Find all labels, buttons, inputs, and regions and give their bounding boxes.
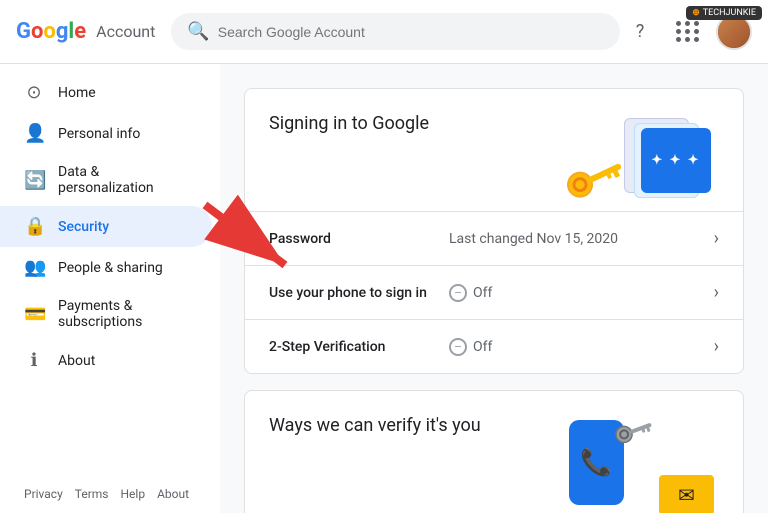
- use-phone-status: – Off: [449, 284, 492, 302]
- footer-privacy[interactable]: Privacy: [24, 487, 63, 501]
- password-chevron: ›: [714, 228, 719, 249]
- password-value: Last changed Nov 15, 2020: [449, 231, 714, 247]
- person-icon: 👤: [24, 123, 44, 144]
- sidebar-item-about[interactable]: ℹ About: [0, 340, 212, 381]
- two-step-label: 2-Step Verification: [269, 339, 449, 355]
- footer-about[interactable]: About: [157, 487, 189, 501]
- sidebar-item-data[interactable]: 🔄 Data & personalization: [0, 154, 212, 206]
- password-item[interactable]: Password Last changed Nov 15, 2020 ›: [245, 211, 743, 265]
- techjunkie-badge: ⊕ TECHJUNKIE: [686, 6, 762, 20]
- card1-title: Signing in to Google: [269, 113, 429, 134]
- card1-header: Signing in to Google ✦ ✦ ✦: [245, 89, 743, 211]
- help-icon: ?: [636, 21, 645, 42]
- footer-help[interactable]: Help: [121, 487, 146, 501]
- help-button[interactable]: ?: [620, 12, 660, 52]
- main-content: Signing in to Google ✦ ✦ ✦: [220, 64, 768, 513]
- sidebar: ⊙ Home 👤 Personal info 🔄 Data & personal…: [0, 64, 220, 513]
- two-step-item[interactable]: 2-Step Verification – Off ›: [245, 319, 743, 373]
- sidebar-item-personal-info[interactable]: 👤 Personal info: [0, 113, 212, 154]
- home-icon: ⊙: [24, 82, 44, 103]
- grid-icon: [676, 21, 700, 42]
- payments-icon: 💳: [24, 304, 44, 325]
- use-phone-item[interactable]: Use your phone to sign in – Off ›: [245, 265, 743, 319]
- logo-google-text: Google: [16, 19, 86, 44]
- two-step-status-text: Off: [473, 339, 492, 355]
- card2-title: Ways we can verify it's you: [269, 415, 481, 436]
- two-step-status: – Off: [449, 338, 492, 356]
- use-phone-label: Use your phone to sign in: [269, 285, 449, 301]
- security-icon: 🔒: [24, 216, 44, 237]
- use-phone-chevron: ›: [714, 282, 719, 303]
- sidebar-item-payments[interactable]: 💳 Payments & subscriptions: [0, 288, 212, 340]
- sidebar-item-security-label: Security: [58, 219, 109, 235]
- use-phone-status-text: Off: [473, 285, 492, 301]
- data-icon: 🔄: [24, 170, 44, 191]
- use-phone-status-dot: –: [449, 284, 467, 302]
- two-step-status-dot: –: [449, 338, 467, 356]
- signing-in-card: Signing in to Google ✦ ✦ ✦: [244, 88, 744, 374]
- card1-illustration: ✦ ✦ ✦: [559, 113, 719, 203]
- about-icon: ℹ: [24, 350, 44, 371]
- search-input[interactable]: [218, 24, 604, 40]
- sidebar-item-about-label: About: [58, 353, 95, 369]
- sidebar-item-data-label: Data & personalization: [58, 164, 188, 196]
- search-icon: 🔍: [187, 21, 209, 42]
- two-step-chevron: ›: [714, 336, 719, 357]
- header: Google Account 🔍 ? ⊕ TECHJUNKIE: [0, 0, 768, 64]
- header-account-label: Account: [96, 22, 155, 41]
- verify-card: Ways we can verify it's you 📞: [244, 390, 744, 513]
- people-icon: 👥: [24, 257, 44, 278]
- sidebar-item-people[interactable]: 👥 People & sharing: [0, 247, 212, 288]
- sidebar-item-security[interactable]: 🔒 Security: [0, 206, 212, 247]
- layout: ⊙ Home 👤 Personal info 🔄 Data & personal…: [0, 64, 768, 513]
- sidebar-item-people-label: People & sharing: [58, 260, 163, 276]
- avatar-image: [718, 16, 750, 48]
- sidebar-item-home-label: Home: [58, 85, 96, 101]
- footer-terms[interactable]: Terms: [75, 487, 109, 501]
- sidebar-footer: Privacy Terms Help About: [0, 475, 220, 513]
- sidebar-item-personal-info-label: Personal info: [58, 126, 140, 142]
- google-logo: Google Account: [16, 19, 155, 44]
- sidebar-item-payments-label: Payments & subscriptions: [58, 298, 188, 330]
- search-bar[interactable]: 🔍: [171, 13, 620, 50]
- sidebar-item-home[interactable]: ⊙ Home: [0, 72, 212, 113]
- card2-header: Ways we can verify it's you 📞: [245, 391, 743, 513]
- password-label: Password: [269, 231, 449, 247]
- card2-illustration: 📞 ✉: [559, 415, 719, 513]
